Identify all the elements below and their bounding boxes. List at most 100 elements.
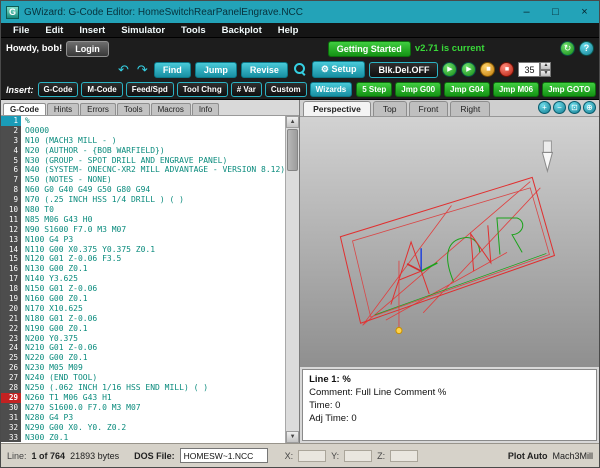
code-line[interactable]: 22 N190 G00 Z0.1 [1, 323, 285, 334]
button-jmp-g04[interactable]: Jmp G04 [444, 82, 490, 97]
pause-button[interactable]: ▮▮ [480, 62, 496, 77]
editor-tab-g-code[interactable]: G-Code [3, 103, 46, 115]
zoom-window-icon[interactable]: ⊡ [568, 101, 581, 114]
code-line[interactable]: 5 N30 (GROUP - SPOT DRILL AND ENGRAVE PAN… [1, 155, 285, 166]
scroll-down-button[interactable]: ▼ [286, 431, 300, 443]
insert-button-feed-spd[interactable]: Feed/Spd [125, 82, 174, 97]
code-line[interactable]: 28 N250 (.062 INCH 1/16 HSS END MILL) ( ) [1, 383, 285, 393]
code-line[interactable]: 31 N280 G4 P3 [1, 412, 285, 423]
jump-button[interactable]: Jump [194, 61, 237, 78]
speed-spinner[interactable]: 35 ▲ ▼ [518, 62, 552, 77]
sync-button[interactable]: ↻ [560, 41, 575, 56]
scrollbar-thumb[interactable] [287, 129, 299, 171]
insert-button-g-code[interactable]: G-Code [37, 82, 79, 97]
code-line[interactable]: 15 N120 G01 Z-0.06 F3.5 [1, 254, 285, 265]
code-line[interactable]: 33 N300 Z0.1 [1, 432, 285, 443]
minimize-button[interactable]: – [512, 1, 541, 23]
code-line[interactable]: 18 N150 G01 Z-0.06 [1, 284, 285, 295]
code-line[interactable]: 29 N260 T1 M06 G43 H1 [1, 392, 285, 403]
zoom-extents-icon[interactable]: ⊕ [583, 101, 596, 114]
code-line[interactable]: 1% [1, 116, 285, 126]
code-line[interactable]: 26 N230 M05 M09 [1, 363, 285, 374]
code-line[interactable]: 14 N110 G00 X0.375 Y0.375 Z0.1 [1, 244, 285, 255]
speed-up-button[interactable]: ▲ [540, 62, 552, 70]
code-line[interactable]: 19 N160 G00 Z0.1 [1, 294, 285, 304]
insert-button-custom[interactable]: Custom [264, 82, 307, 97]
menu-item-backplot[interactable]: Backplot [214, 25, 270, 36]
editor-tab-info[interactable]: Info [191, 103, 220, 115]
button-jmp-g00[interactable]: Jmp G00 [395, 82, 442, 97]
code-line[interactable]: 30 N270 S1600.0 F7.0 M3 M07 [1, 402, 285, 413]
stop-button[interactable]: ■ [499, 62, 515, 77]
play-button[interactable]: ▶ [442, 62, 458, 77]
insert-button-tool-chng[interactable]: Tool Chng [176, 82, 228, 97]
code-line[interactable]: 21 N180 G01 Z-0.06 [1, 313, 285, 324]
code-line[interactable]: 2 O0000 [1, 125, 285, 136]
gcode-editor-pane: G-Code Hints Errors Tools Macros Info 1% 2 O000… [1, 100, 301, 443]
code-line[interactable]: 32 N290 G00 X0. Y0. Z0.2 [1, 422, 285, 433]
revise-button[interactable]: Revise [240, 61, 288, 78]
code-line[interactable]: 8 N60 G0 G40 G49 G50 G80 G94 [1, 185, 285, 196]
code-line-text: N80 T0 [25, 205, 54, 215]
code-line[interactable]: 10 N80 T0 [1, 205, 285, 215]
code-line[interactable]: 25 N220 G00 Z0.1 [1, 353, 285, 364]
redo-button[interactable]: ↷ [135, 63, 150, 76]
undo-button[interactable]: ↶ [116, 63, 131, 76]
close-button[interactable]: × [570, 1, 599, 23]
maximize-button[interactable]: □ [541, 1, 570, 23]
menu-item-insert[interactable]: Insert [71, 25, 113, 36]
menu-item-edit[interactable]: Edit [37, 25, 71, 36]
code-line[interactable]: 23 N200 Y0.375 [1, 333, 285, 344]
code-line[interactable]: 4 N20 (AUTHOR - {BOB WARFIELD}) [1, 145, 285, 156]
login-button[interactable]: Login [66, 40, 109, 57]
block-delete-button[interactable]: Blk.Del.OFF [369, 61, 439, 78]
view-tab-front[interactable]: Front [408, 101, 449, 116]
insert-button-var[interactable]: # Var [230, 82, 262, 97]
code-line[interactable]: 13 N100 G4 P3 [1, 234, 285, 245]
help-button[interactable]: ? [579, 41, 594, 56]
code-line[interactable]: 6 N40 (SYSTEM- ONECNC-XR2 MILL ADVANTAGE … [1, 165, 285, 176]
find-button[interactable]: Find [153, 61, 191, 78]
zoom-in-icon[interactable]: + [538, 101, 551, 114]
code-line[interactable]: 17 N140 Y3.625 [1, 274, 285, 285]
menu-item-help[interactable]: Help [270, 25, 307, 36]
code-line[interactable]: 11 N85 M06 G43 H0 [1, 214, 285, 225]
button-5-step[interactable]: 5 Step [356, 82, 393, 97]
machine-profile-text: Mach3Mill [552, 450, 593, 461]
code-line[interactable]: 9 N70 (.25 INCH HSS 1/4 DRILL ) ( ) [1, 195, 285, 206]
insert-button-m-code[interactable]: M-Code [81, 82, 123, 97]
editor-scrollbar[interactable]: ▲ ▼ [285, 116, 300, 443]
button-jmp-m06[interactable]: Jmp M06 [492, 82, 540, 97]
menu-item-simulator[interactable]: Simulator [113, 25, 173, 36]
play-to-line-button[interactable]: ▶ [461, 62, 477, 77]
code-line[interactable]: 12 N90 S1600 F7.0 M3 M07 [1, 224, 285, 235]
editor-tab-macros[interactable]: Macros [150, 103, 191, 115]
backplot-viewport[interactable] [300, 117, 599, 367]
code-line[interactable]: 16 N130 G00 Z0.1 [1, 264, 285, 275]
editor-tab-hints[interactable]: Hints [46, 103, 80, 115]
getting-started-button[interactable]: Getting Started [327, 40, 411, 57]
menu-item-file[interactable]: File [5, 25, 37, 36]
view-tab-top[interactable]: Top [372, 101, 407, 116]
code-line[interactable]: 20 N170 X10.625 [1, 303, 285, 314]
speed-down-button[interactable]: ▼ [540, 69, 552, 77]
code-line[interactable]: 7 N50 (NOTES - NONE) [1, 175, 285, 186]
view-tab-right[interactable]: Right [450, 101, 491, 116]
editor-tab-tools[interactable]: Tools [116, 103, 150, 115]
code-line[interactable]: 3 N10 (MACH3 MILL - ) [1, 135, 285, 146]
setup-label: Setup [331, 64, 357, 74]
view-tab-perspective[interactable]: Perspective [303, 101, 371, 116]
editor-tab-errors[interactable]: Errors [80, 103, 116, 115]
scroll-up-button[interactable]: ▲ [286, 116, 300, 128]
dos-file-input[interactable] [179, 448, 268, 463]
button-jmp-goto[interactable]: Jmp GOTO [542, 82, 597, 97]
code-line[interactable]: 27 N240 (END TOOL) [1, 373, 285, 384]
code-line[interactable]: 24 N210 G01 Z-0.06 [1, 343, 285, 354]
insert-button-wizards[interactable]: Wizards [309, 82, 353, 97]
line-number: 5 [1, 155, 21, 166]
zoom-tool-button[interactable] [292, 62, 308, 77]
setup-button[interactable]: ⚙ Setup [311, 61, 366, 78]
menu-item-tools[interactable]: Tools [173, 25, 214, 36]
code-line-list[interactable]: 1% 2 O0000 3 N10 (MACH3 MILL - ) 4 N20 (AUTHOR… [1, 116, 286, 443]
zoom-out-icon[interactable]: − [553, 101, 566, 114]
